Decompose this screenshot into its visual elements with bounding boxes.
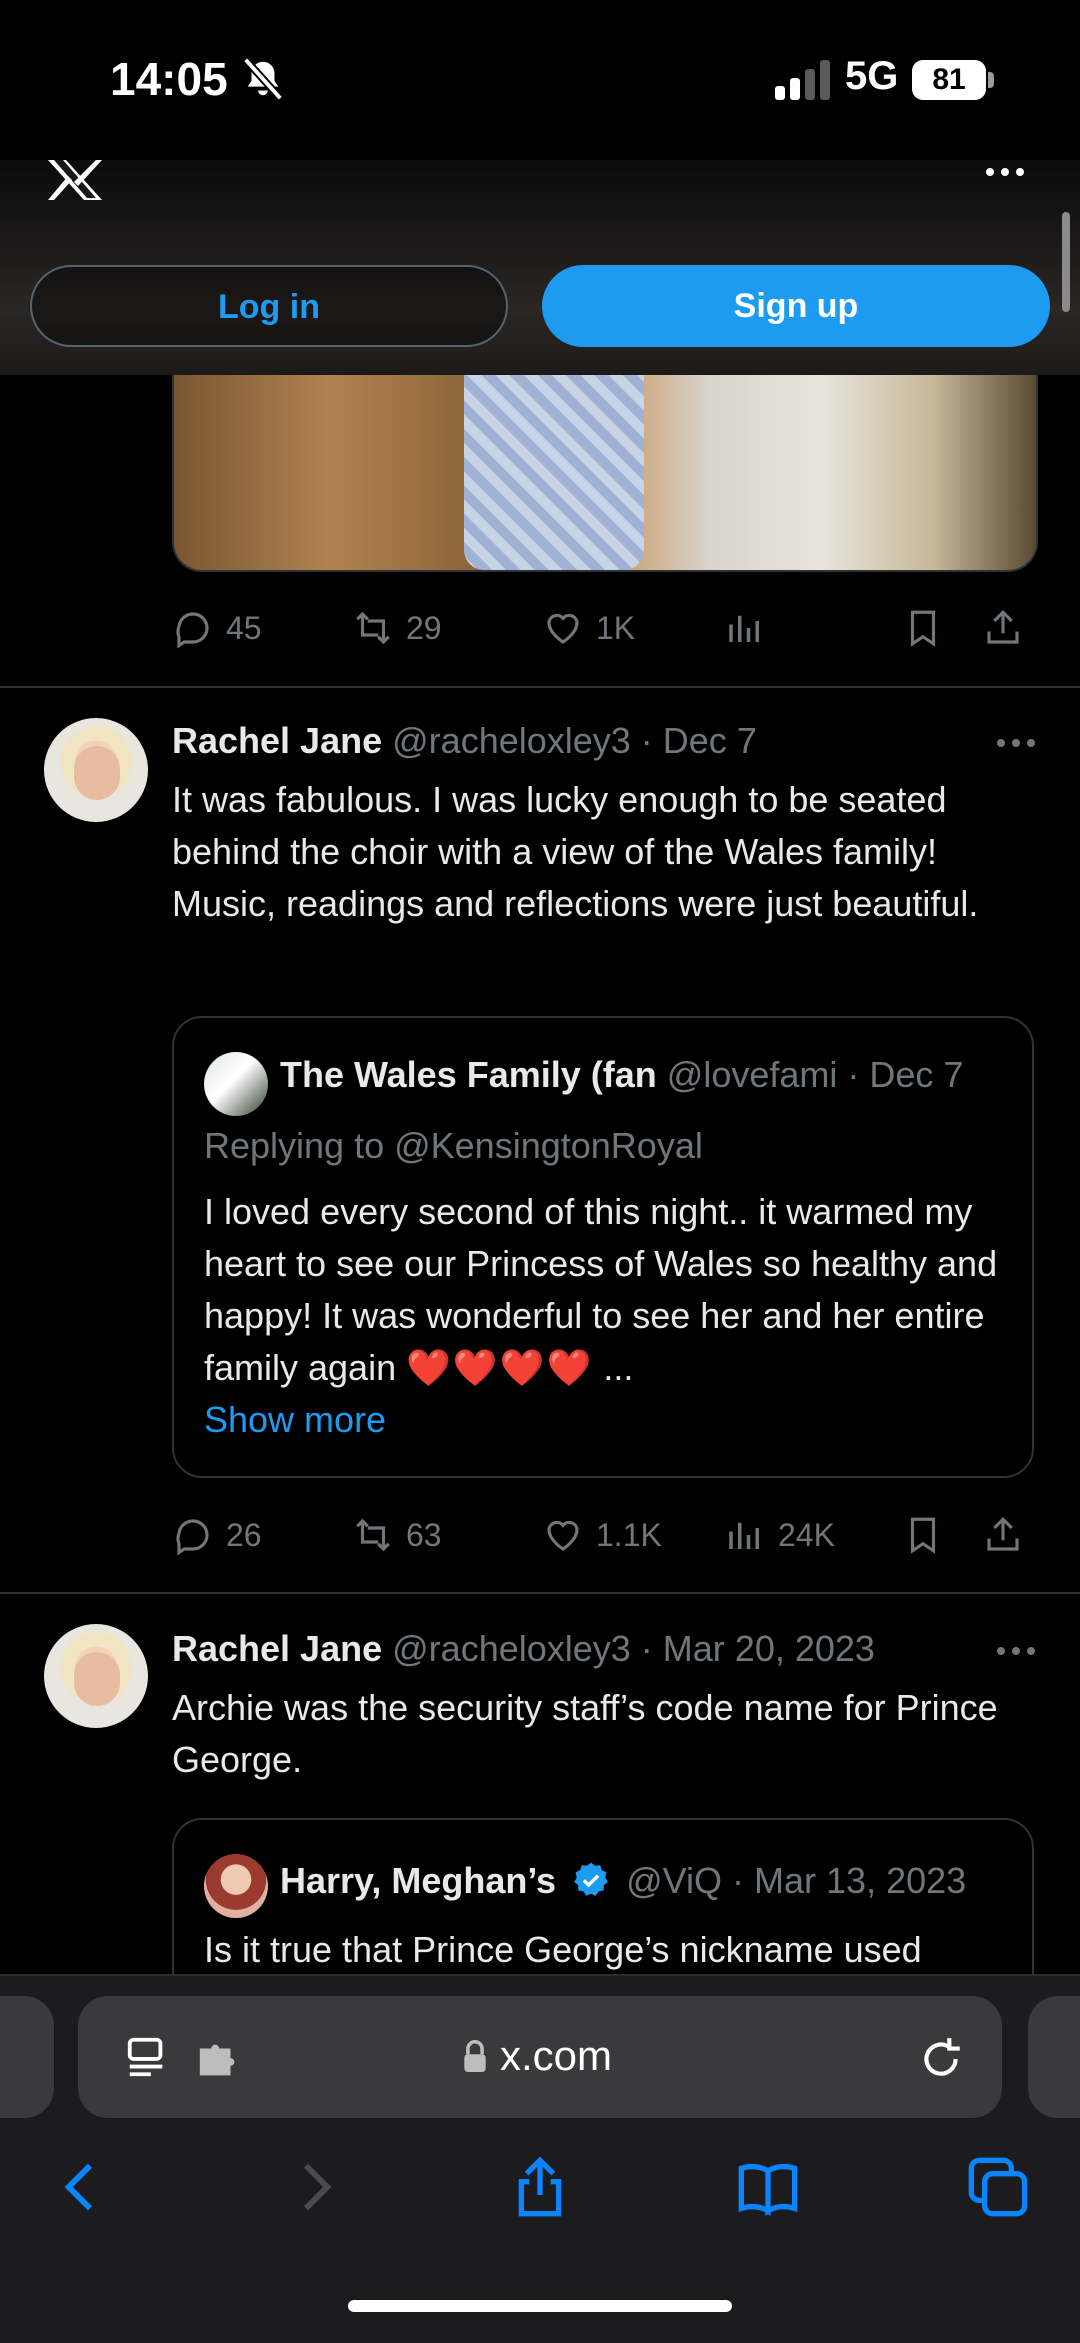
like-count: 1.1K (596, 1516, 662, 1553)
quoted-header: Harry, Meghan’s @ViQ · Mar 13, 2023 (280, 1860, 966, 1902)
reload-icon[interactable] (916, 2034, 966, 2084)
back-icon[interactable] (50, 2155, 114, 2219)
login-button[interactable]: Log in (30, 265, 508, 347)
author-meta[interactable]: @racheloxley3 · Dec 7 (392, 720, 757, 761)
repost-button[interactable]: 63 (352, 1514, 442, 1556)
bookmark-button[interactable] (902, 607, 944, 649)
like-count: 1K (596, 609, 636, 646)
tweet-actions: 26 63 1.1K 24K (172, 1514, 1034, 1562)
x-logo-icon[interactable] (44, 160, 106, 200)
views-button[interactable] (724, 607, 766, 649)
views-icon (729, 1522, 759, 1549)
tweet-more-icon[interactable] (994, 1644, 1038, 1658)
quoted-header: The Wales Family (fan @lovefami · Dec 7 (280, 1054, 963, 1096)
quoted-tweet[interactable]: The Wales Family (fan @lovefami · Dec 7 … (172, 1016, 1034, 1478)
scrollbar[interactable] (1062, 212, 1070, 312)
tweet-image[interactable] (172, 375, 1038, 572)
tweet-header: Rachel Jane @racheloxley3 · Mar 20, 2023 (172, 1628, 875, 1670)
signup-button[interactable]: Sign up (542, 265, 1050, 347)
extension-icon[interactable] (196, 2040, 242, 2080)
tweet-more-icon[interactable] (994, 736, 1038, 750)
share-sheet-icon[interactable] (508, 2155, 572, 2219)
bookmarks-icon[interactable] (736, 2155, 800, 2219)
bell-muted-icon (242, 57, 284, 101)
tabs-icon[interactable] (966, 2155, 1030, 2219)
author-name[interactable]: Rachel Jane (172, 1628, 382, 1669)
repost-count: 29 (406, 609, 442, 646)
lock-icon (464, 2040, 486, 2072)
tweet-text: It was fabulous. I was lucky enough to b… (172, 779, 979, 924)
share-button[interactable] (982, 607, 1024, 649)
views-icon (729, 615, 759, 642)
quoted-avatar (204, 1052, 268, 1116)
like-button[interactable]: 1K (542, 607, 635, 649)
quoted-author-meta: @ViQ · Mar 13, 2023 (626, 1860, 967, 1901)
divider (0, 686, 1080, 688)
share-button[interactable] (982, 1514, 1024, 1556)
views-count: 24K (778, 1516, 835, 1553)
replying-to: Replying to @KensingtonRoyal (204, 1125, 703, 1166)
url-text[interactable]: x.com (500, 2032, 612, 2080)
reply-button[interactable]: 26 (172, 1514, 262, 1556)
previous-tab-preview[interactable] (0, 1996, 54, 2118)
avatar-face (74, 1652, 120, 1706)
avatar[interactable] (44, 1624, 148, 1728)
repost-icon (356, 611, 390, 645)
home-indicator[interactable] (348, 2300, 732, 2312)
views-button[interactable]: 24K (724, 1514, 835, 1556)
author-name[interactable]: Rachel Jane (172, 720, 382, 761)
show-more-link[interactable]: Show more (204, 1399, 386, 1440)
battery-icon: 81 (912, 60, 986, 100)
reader-page-icon[interactable] (124, 2034, 170, 2080)
reply-icon (176, 1519, 209, 1556)
reply-count: 26 (226, 1516, 262, 1553)
tweet-header: Rachel Jane @racheloxley3 · Dec 7 (172, 720, 757, 762)
network-type: 5G (845, 54, 899, 98)
tweet-image-detail (464, 375, 644, 570)
quoted-author-name: The Wales Family (fan (280, 1054, 657, 1095)
more-options-icon[interactable] (982, 160, 1028, 184)
cellular-signal-icon (775, 60, 830, 100)
reply-count: 45 (226, 609, 262, 646)
quoted-ellipsis: ... (593, 1347, 634, 1388)
next-tab-preview[interactable] (1028, 1996, 1080, 2118)
status-time: 14:05 (110, 53, 228, 105)
tweet-actions: 45 29 1K (172, 607, 1034, 655)
author-meta[interactable]: @racheloxley3 · Mar 20, 2023 (392, 1628, 875, 1669)
bookmark-icon (910, 1517, 936, 1554)
avatar[interactable] (44, 718, 148, 822)
divider (0, 1592, 1080, 1594)
share-icon (987, 1517, 1019, 1551)
quoted-avatar (204, 1854, 268, 1918)
heart-icon (547, 613, 579, 644)
tweet-text: Archie was the security staff’s code nam… (172, 1687, 998, 1780)
battery-nub (988, 72, 994, 88)
bookmark-button[interactable] (902, 1514, 944, 1556)
repost-count: 63 (406, 1516, 442, 1553)
share-icon (987, 610, 1019, 644)
heart-icon (547, 1520, 579, 1551)
like-button[interactable]: 1.1K (542, 1514, 662, 1556)
reply-icon (176, 612, 209, 649)
repost-button[interactable]: 29 (352, 607, 442, 649)
repost-icon (356, 1518, 390, 1552)
quoted-text: I loved every second of this night.. it … (204, 1186, 1004, 1446)
quoted-text: Is it true that Prince George’s nickname… (204, 1929, 922, 1970)
forward-icon[interactable] (282, 2155, 346, 2219)
battery-level: 81 (932, 63, 966, 96)
quoted-author-name: Harry, Meghan’s (280, 1860, 557, 1901)
reply-button[interactable]: 45 (172, 607, 262, 649)
heart-emojis: ❤️❤️❤️❤️ (406, 1347, 594, 1388)
avatar-face (74, 746, 120, 800)
bookmark-icon (910, 610, 936, 647)
quoted-author-meta: @lovefami · Dec 7 (666, 1054, 964, 1095)
verified-badge-icon (574, 1862, 608, 1896)
